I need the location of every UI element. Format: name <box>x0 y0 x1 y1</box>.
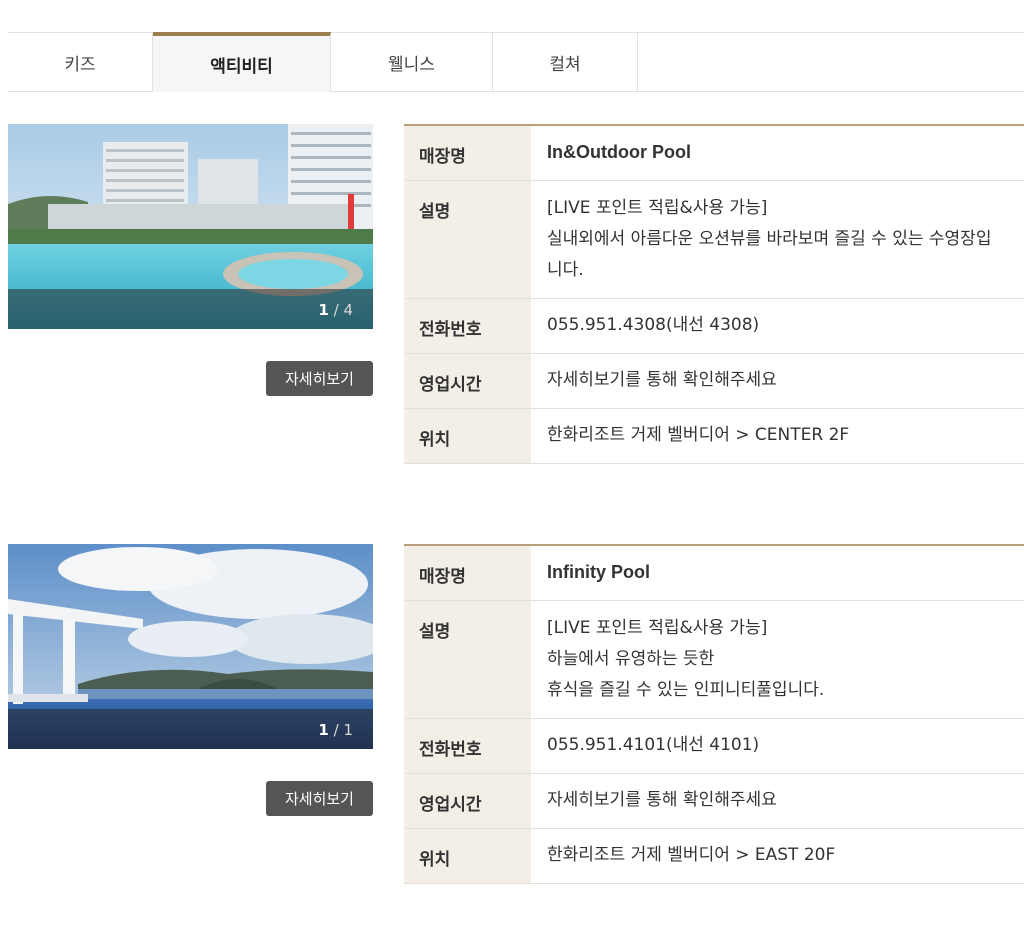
detail-button[interactable]: 자세히보기 <box>266 781 373 816</box>
label-location: 위치 <box>404 408 531 464</box>
label-name: 매장명 <box>404 125 531 181</box>
facility-name: In&Outdoor Pool <box>531 125 1024 181</box>
tab-kids[interactable]: 키즈 <box>8 33 153 91</box>
facility-info-table: 매장명 Infinity Pool 설명 [LIVE 포인트 적립&사용 가능]… <box>404 544 1024 884</box>
photo-counter: 1 / 4 <box>318 301 353 319</box>
category-tabs: 키즈 액티비티 웰니스 컬쳐 <box>8 32 1024 92</box>
facility-hours: 자세히보기를 통해 확인해주세요 <box>531 353 1024 409</box>
facility-location: 한화리조트 거제 벨버디어 > CENTER 2F <box>531 408 1024 464</box>
label-description: 설명 <box>404 180 531 299</box>
facility-info-table: 매장명 In&Outdoor Pool 설명 [LIVE 포인트 적립&사용 가… <box>404 124 1024 464</box>
facility-card: 1 / 1 자세히보기 매장명 Infinity Pool 설명 [LIVE 포… <box>8 544 1024 889</box>
facility-card: 1 / 4 자세히보기 매장명 In&Outdoor Pool 설명 [LIVE… <box>8 124 1024 469</box>
photo-caption-bar: 1 / 1 <box>8 709 373 749</box>
facility-photo-slider[interactable]: 1 / 4 <box>8 124 373 329</box>
facility-description: [LIVE 포인트 적립&사용 가능] 하늘에서 유영하는 듯한 휴식을 즐길 … <box>531 600 1024 719</box>
tab-culture[interactable]: 컬쳐 <box>493 33 638 91</box>
label-name: 매장명 <box>404 545 531 601</box>
facility-name: Infinity Pool <box>531 545 1024 601</box>
tab-activity[interactable]: 액티비티 <box>153 32 331 92</box>
label-phone: 전화번호 <box>404 298 531 354</box>
label-hours: 영업시간 <box>404 353 531 409</box>
facility-phone: 055.951.4308(내선 4308) <box>531 298 1024 354</box>
facility-description: [LIVE 포인트 적립&사용 가능] 실내외에서 아름다운 오션뷰를 바라보며… <box>531 180 1024 299</box>
label-description: 설명 <box>404 600 531 719</box>
facility-location: 한화리조트 거제 벨버디어 > EAST 20F <box>531 828 1024 884</box>
label-phone: 전화번호 <box>404 718 531 774</box>
facility-photo-slider[interactable]: 1 / 1 <box>8 544 373 749</box>
detail-button[interactable]: 자세히보기 <box>266 361 373 396</box>
facility-phone: 055.951.4101(내선 4101) <box>531 718 1024 774</box>
label-location: 위치 <box>404 828 531 884</box>
facility-hours: 자세히보기를 통해 확인해주세요 <box>531 773 1024 829</box>
photo-caption-bar: 1 / 4 <box>8 289 373 329</box>
tab-wellness[interactable]: 웰니스 <box>331 33 493 91</box>
label-hours: 영업시간 <box>404 773 531 829</box>
photo-counter: 1 / 1 <box>318 721 353 739</box>
